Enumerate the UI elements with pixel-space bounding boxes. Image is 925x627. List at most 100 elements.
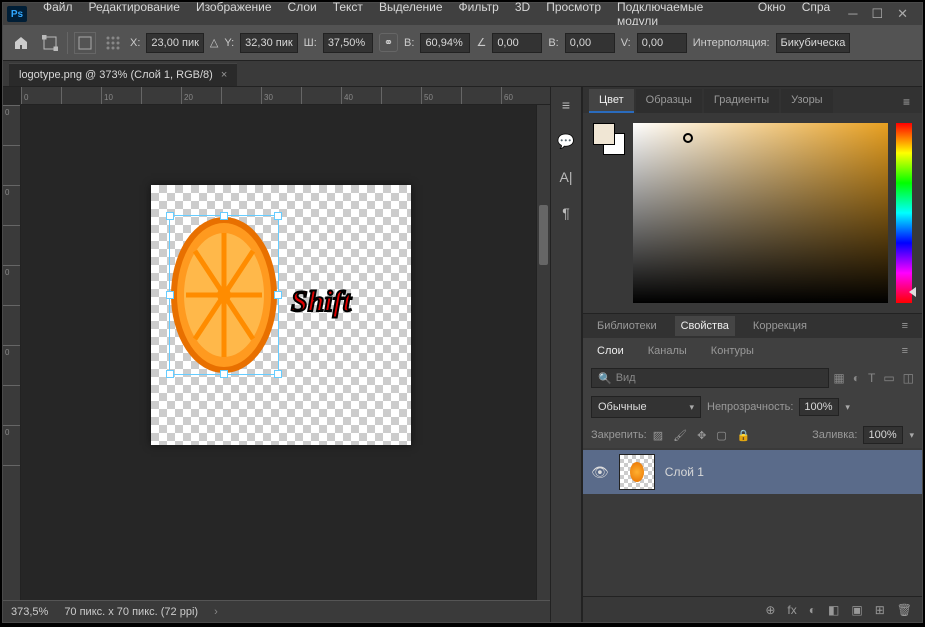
zoom-level[interactable]: 373,5% [11, 606, 48, 618]
transform-selection[interactable] [169, 215, 279, 375]
fx-icon[interactable]: fx [787, 603, 796, 617]
visibility-icon[interactable]: 👁 [591, 464, 609, 481]
color-picker-ring[interactable] [683, 133, 693, 143]
status-bar: 373,5% 70 пикс. x 70 пикс. (72 ppi) › [3, 600, 550, 622]
tab-swatches[interactable]: Образцы [636, 89, 702, 113]
tab-adjustments[interactable]: Коррекция [747, 316, 813, 336]
group-icon[interactable]: ▣ [851, 603, 862, 617]
ruler-horizontal[interactable]: 0 10 20 30 40 50 60 [21, 87, 550, 105]
document-tabbar: logotype.png @ 373% (Слой 1, RGB/8) × [3, 61, 922, 87]
hue-pointer[interactable] [909, 287, 916, 297]
doc-info-arrow[interactable]: › [214, 606, 218, 618]
tab-libraries[interactable]: Библиотеки [591, 316, 663, 336]
panel-menu-icon[interactable]: ≡ [897, 91, 916, 113]
tab-paths[interactable]: Контуры [705, 342, 760, 360]
close-tab-icon[interactable]: × [221, 69, 227, 81]
lock-all-icon[interactable]: 🔒 [737, 429, 751, 442]
filter-pixel-icon[interactable]: ▦ [833, 371, 844, 385]
paragraph-panel-icon[interactable]: ¶ [554, 201, 578, 225]
opacity-arrow-icon[interactable]: ▾ [845, 402, 850, 413]
tab-properties[interactable]: Свойства [675, 316, 735, 336]
layer-search[interactable]: 🔍 Вид [591, 368, 829, 388]
ruler-tick: 20 [181, 87, 221, 104]
mask-icon[interactable]: ◐ [809, 603, 816, 617]
layer-thumbnail[interactable] [619, 454, 655, 490]
handle-ne[interactable] [274, 212, 282, 220]
home-button[interactable] [9, 31, 33, 55]
foreground-color[interactable] [593, 123, 615, 145]
doc-info[interactable]: 70 пикс. x 70 пикс. (72 ppi) [64, 606, 198, 618]
scroll-thumb[interactable] [539, 205, 548, 265]
y-label: Y: [224, 37, 234, 49]
handle-w[interactable] [166, 291, 174, 299]
lock-trans-icon[interactable]: ▨ [653, 429, 663, 442]
canvas-viewport[interactable]: Shift [21, 105, 536, 600]
opacity-field[interactable]: 100% [799, 398, 839, 416]
new-layer-icon[interactable]: ⊞ [875, 603, 885, 617]
ruler-tick [3, 385, 20, 425]
color-panel-tabs: Цвет Образцы Градиенты Узоры ≡ [583, 87, 922, 113]
fill-arrow-icon[interactable]: ▾ [909, 430, 914, 441]
handle-n[interactable] [220, 212, 228, 220]
minimize-button[interactable]: ─ [848, 6, 857, 22]
layer-name[interactable]: Слой 1 [665, 465, 704, 479]
skewv-field[interactable]: 0,00 [637, 33, 687, 53]
maximize-button[interactable]: ☐ [871, 6, 883, 22]
delete-icon[interactable]: 🗑 [897, 603, 912, 617]
handle-sw[interactable] [166, 370, 174, 378]
interp-field[interactable]: Бикубическа [776, 33, 851, 53]
tab-patterns[interactable]: Узоры [781, 89, 832, 113]
delta-icon[interactable]: △ [210, 36, 218, 49]
tab-color[interactable]: Цвет [589, 89, 634, 113]
vertical-scrollbar[interactable] [536, 105, 550, 600]
blend-mode-dropdown[interactable]: Обычные▾ [591, 396, 701, 418]
fill-field[interactable]: 100% [863, 426, 903, 444]
angle-field[interactable]: 0,00 [492, 33, 542, 53]
comments-panel-icon[interactable]: 💬 [554, 129, 578, 153]
history-panel-icon[interactable]: ≡ [554, 93, 578, 117]
ruler-vertical[interactable]: 0 0 0 0 0 [3, 105, 21, 600]
handle-se[interactable] [274, 370, 282, 378]
titlebar: Ps Файл Редактирование Изображение Слои … [3, 3, 922, 25]
tab-channels[interactable]: Каналы [642, 342, 693, 360]
layer-row[interactable]: 👁 Слой 1 [583, 450, 922, 494]
lock-label: Закрепить: [591, 429, 647, 441]
link-icon[interactable]: ⚭ [379, 33, 398, 52]
lock-artboard-icon[interactable]: ▢ [716, 429, 726, 442]
color-field[interactable] [633, 123, 888, 303]
reference-grid-icon[interactable] [102, 32, 124, 54]
y-field[interactable]: 32,30 пик [240, 33, 298, 53]
x-field[interactable]: 23,00 пик [146, 33, 204, 53]
skewh-field[interactable]: 0,00 [565, 33, 615, 53]
filter-shape-icon[interactable]: ▭ [883, 371, 894, 385]
handle-s[interactable] [220, 370, 228, 378]
lock-move-icon[interactable]: ✥ [697, 429, 706, 442]
reference-point-icon[interactable] [74, 32, 96, 54]
fg-bg-swatches[interactable] [593, 123, 625, 303]
tab-layers[interactable]: Слои [591, 342, 630, 360]
ruler-tick [3, 145, 20, 185]
filter-adjust-icon[interactable]: ◐ [853, 371, 860, 385]
window-controls: ─ ☐ ✕ [838, 6, 918, 22]
transform-icon[interactable] [39, 32, 61, 54]
character-panel-icon[interactable]: A| [554, 165, 578, 189]
lock-paint-icon[interactable]: 🖌 [673, 429, 687, 442]
w-field[interactable]: 37,50% [323, 33, 373, 53]
link-layers-icon[interactable]: ⊕ [765, 603, 775, 617]
filter-type-icon[interactable]: T [868, 371, 875, 385]
filter-smart-icon[interactable]: ◫ [903, 371, 914, 385]
collapsed-panels-strip: ≡ 💬 A| ¶ [550, 87, 582, 622]
adjustment-icon[interactable]: ◧ [828, 603, 839, 617]
panel-menu-icon[interactable]: ≡ [896, 342, 914, 360]
hue-slider[interactable] [896, 123, 912, 303]
handle-nw[interactable] [166, 212, 174, 220]
handle-e[interactable] [274, 291, 282, 299]
tab-gradients[interactable]: Градиенты [704, 89, 779, 113]
document-tab[interactable]: logotype.png @ 373% (Слой 1, RGB/8) × [9, 63, 237, 86]
ruler-tick: 60 [501, 87, 541, 104]
photoshop-window: Ps Файл Редактирование Изображение Слои … [2, 2, 923, 623]
close-button[interactable]: ✕ [897, 6, 908, 22]
panel-menu-icon[interactable]: ≡ [896, 316, 914, 336]
mid-panel-tabs: Библиотеки Свойства Коррекция ≡ [583, 314, 922, 338]
h-field[interactable]: 60,94% [420, 33, 470, 53]
